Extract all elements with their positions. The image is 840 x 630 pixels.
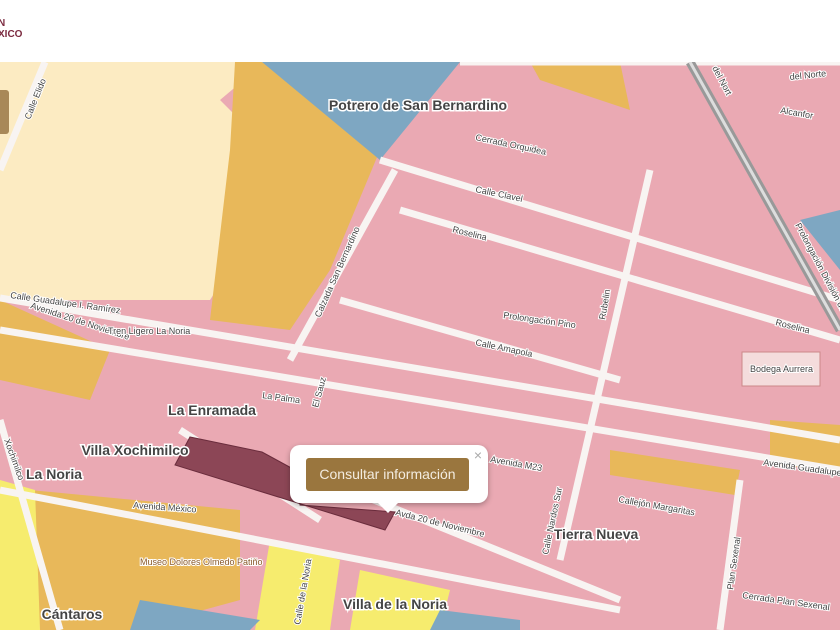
poi-bodega-aurrera[interactable]: Bodega Aurrera — [749, 363, 814, 375]
poi-tren-ligero[interactable]: Tren Ligero La Noria — [107, 325, 191, 337]
map-canvas[interactable]: Potrero de San Bernardino La Enramada Vi… — [0, 62, 840, 630]
side-panel-toggle[interactable] — [0, 90, 9, 134]
consultar-informacion-button[interactable]: Consultar información — [306, 458, 469, 491]
label-potrero: Potrero de San Bernardino — [329, 97, 507, 113]
logo[interactable]: N XICO — [0, 18, 22, 40]
label-la-noria: La Noria — [26, 466, 82, 482]
label-cantaros: Cántaros — [42, 606, 103, 622]
header: N XICO — [0, 0, 840, 62]
label-la-enramada: La Enramada — [168, 402, 256, 418]
label-villa-de-la-noria: Villa de la Noria — [343, 596, 447, 612]
label-villa-xochimilco: Villa Xochimilco — [81, 442, 188, 458]
info-popup: Consultar información × — [290, 445, 488, 513]
label-tierra-nueva: Tierra Nueva — [554, 526, 639, 542]
map[interactable]: Potrero de San Bernardino La Enramada Vi… — [0, 62, 840, 630]
poi-museo[interactable]: Museo Dolores Olmedo Patiño — [139, 556, 264, 568]
close-icon[interactable]: × — [474, 447, 482, 463]
